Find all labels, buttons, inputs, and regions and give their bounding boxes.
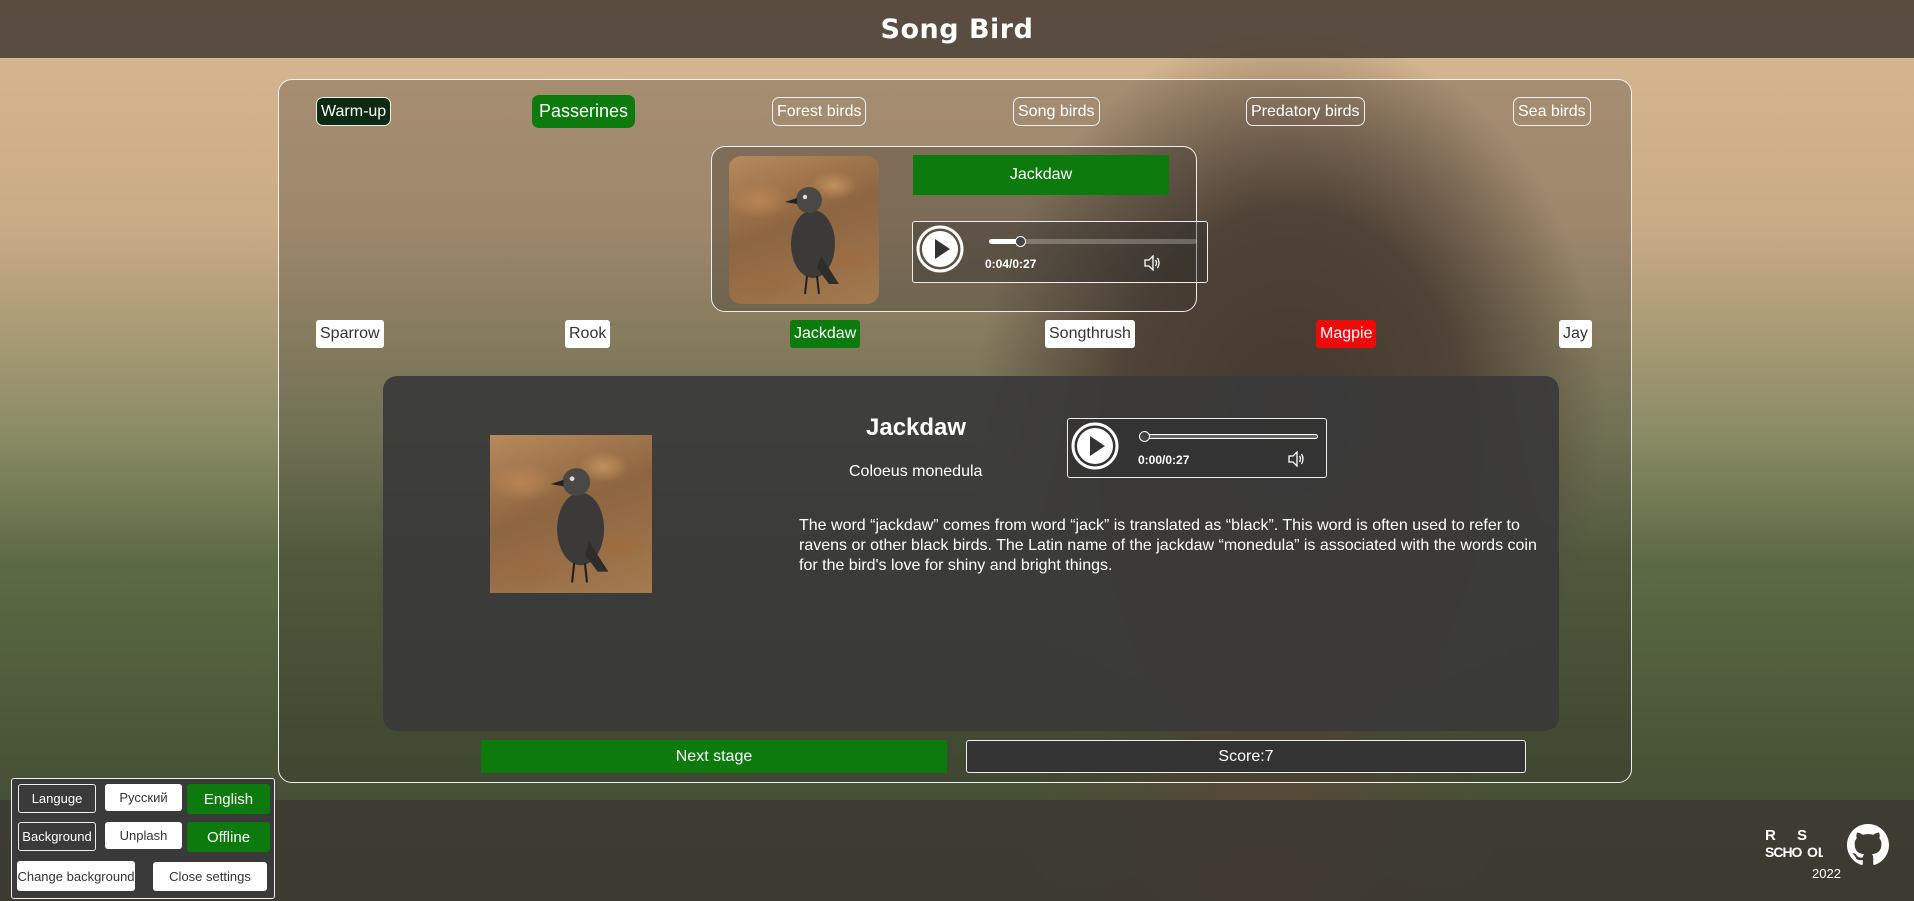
option-jackdaw[interactable]: Jackdaw xyxy=(790,320,861,348)
rs-school-logo[interactable]: R S SCHO OL xyxy=(1763,825,1823,861)
background-label: Background xyxy=(18,822,96,851)
close-settings-button[interactable]: Close settings xyxy=(153,862,267,891)
details-latin-name: Coloeus monedula xyxy=(849,463,983,480)
next-stage-button[interactable]: Next stage xyxy=(481,740,947,773)
github-icon[interactable] xyxy=(1847,824,1889,866)
play-icon[interactable] xyxy=(1071,422,1119,470)
progress-thumb[interactable] xyxy=(1015,236,1027,247)
footer-year: 2022 xyxy=(1812,866,1841,881)
option-sparrow[interactable]: Sparrow xyxy=(316,320,384,348)
answer-label: Jackdaw xyxy=(913,155,1169,195)
progress-thumb[interactable] xyxy=(1139,431,1150,442)
category-song-birds[interactable]: Song birds xyxy=(1013,97,1100,126)
category-passerines[interactable]: Passerines xyxy=(532,95,636,128)
play-icon[interactable] xyxy=(916,225,964,273)
details-bird-image xyxy=(490,435,652,593)
volume-icon[interactable] xyxy=(1143,255,1161,271)
category-forest-birds[interactable]: Forest birds xyxy=(772,97,867,126)
svg-text:SCHO: SCHO xyxy=(1765,844,1803,860)
details-audio-player[interactable]: 0:00/0:27 xyxy=(1067,418,1327,478)
time-display: 0:04/0:27 xyxy=(985,257,1037,271)
option-magpie[interactable]: Magpie xyxy=(1316,320,1377,348)
footer xyxy=(0,800,1914,901)
svg-text:R: R xyxy=(1765,827,1776,844)
jackdaw-illustration xyxy=(785,187,839,295)
offline-button[interactable]: Offline xyxy=(187,822,270,852)
app-header: Song Bird xyxy=(0,0,1914,58)
app-title: Song Bird xyxy=(880,13,1034,45)
category-warm-up[interactable]: Warm-up xyxy=(316,97,392,126)
category-predatory-birds[interactable]: Predatory birds xyxy=(1246,97,1365,126)
option-rook[interactable]: Rook xyxy=(565,320,611,348)
progress-track[interactable] xyxy=(1144,434,1318,439)
details-description: The word “jackdaw” comes from word “jack… xyxy=(799,517,1537,574)
svg-text:OL: OL xyxy=(1807,844,1823,860)
volume-icon[interactable] xyxy=(1287,451,1305,467)
svg-text:S: S xyxy=(1797,827,1807,844)
jackdaw-illustration xyxy=(550,468,609,583)
settings-panel: Languge Русский English Background Unpla… xyxy=(11,778,275,899)
score-display: Score:7 xyxy=(966,740,1526,773)
language-russian-button[interactable]: Русский xyxy=(105,784,182,811)
details-bird-name: Jackdaw xyxy=(866,414,967,441)
question-bird-image xyxy=(729,156,879,304)
question-audio-player[interactable]: 0:04/0:27 xyxy=(912,221,1208,283)
category-sea-birds[interactable]: Sea birds xyxy=(1513,97,1591,126)
unsplash-button[interactable]: Unplash xyxy=(105,822,182,849)
change-background-button[interactable]: Change background xyxy=(17,861,135,891)
language-label: Languge xyxy=(18,784,96,813)
option-songthrush[interactable]: Songthrush xyxy=(1045,320,1135,348)
language-english-button[interactable]: English xyxy=(187,784,270,814)
time-display: 0:00/0:27 xyxy=(1138,453,1190,467)
option-jay[interactable]: Jay xyxy=(1559,320,1592,348)
